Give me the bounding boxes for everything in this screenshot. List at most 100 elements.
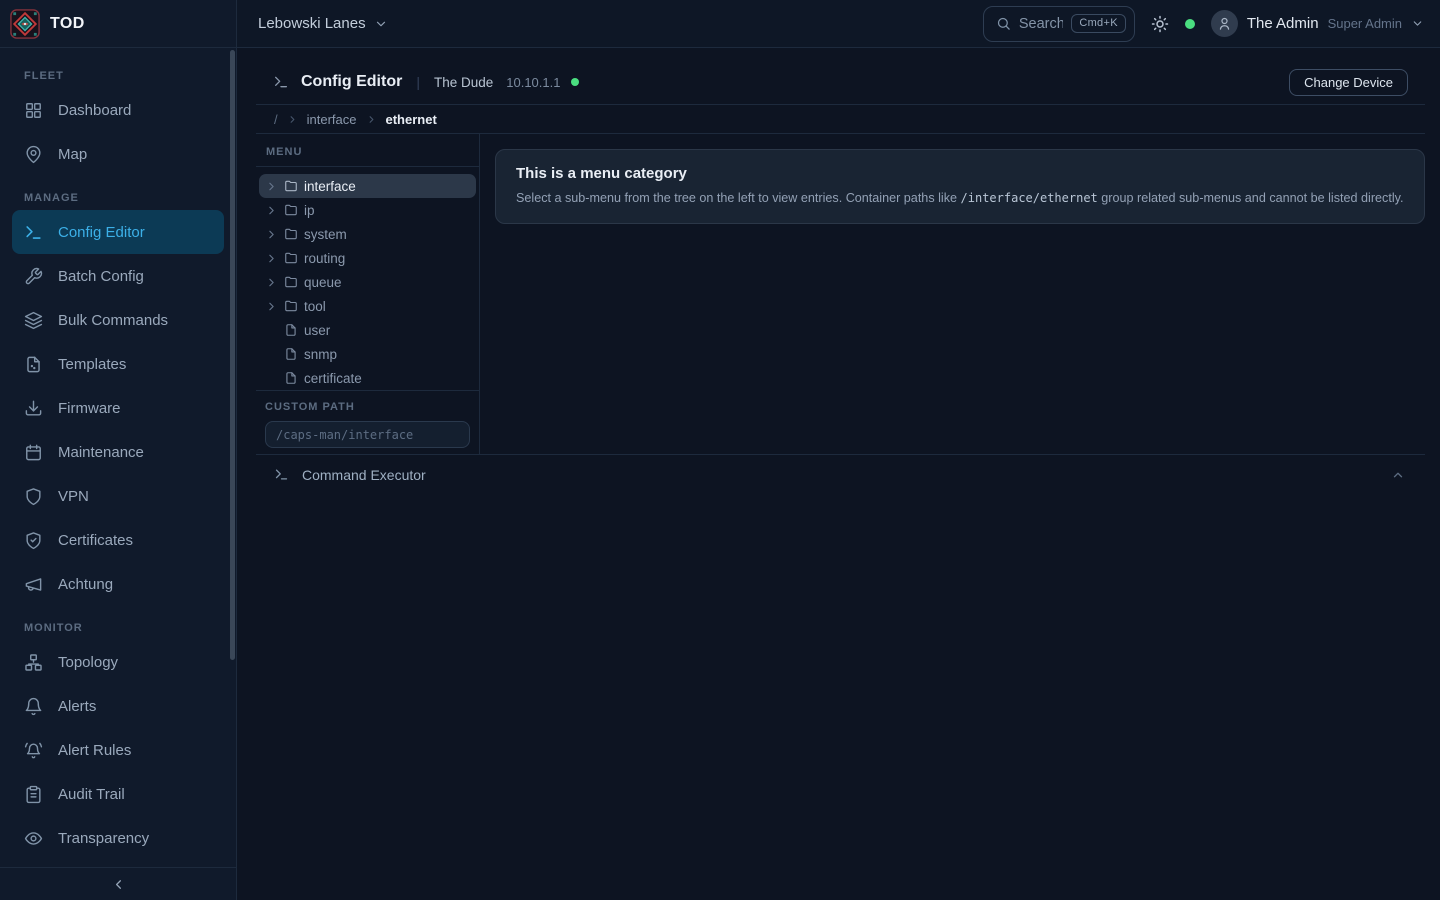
tree-item-routing[interactable]: routing bbox=[259, 246, 476, 270]
user-role: Super Admin bbox=[1328, 16, 1402, 31]
sidebar-item-batch-config[interactable]: Batch Config bbox=[12, 254, 224, 298]
tree-item-ip[interactable]: ip bbox=[259, 198, 476, 222]
sidebar-item-label: Topology bbox=[58, 654, 118, 671]
notice-title: This is a menu category bbox=[516, 165, 1404, 182]
chevron-up-icon[interactable] bbox=[1391, 468, 1405, 482]
header-actions: Cmd+K The Admin Super Admin bbox=[983, 6, 1440, 42]
search-input[interactable] bbox=[1019, 16, 1064, 32]
custom-path-input[interactable] bbox=[265, 421, 470, 448]
shield-icon bbox=[24, 487, 43, 506]
chevron-right-icon[interactable] bbox=[265, 180, 278, 193]
entry-content-area: This is a menu category Select a sub-men… bbox=[480, 134, 1440, 454]
calendar-icon bbox=[24, 443, 43, 462]
tree-item-user[interactable]: user bbox=[259, 318, 476, 342]
chevron-right-icon[interactable] bbox=[265, 252, 278, 265]
command-executor-toggle[interactable]: Command Executor bbox=[256, 455, 1425, 494]
org-selector[interactable]: Lebowski Lanes bbox=[258, 15, 388, 32]
page-header: Config Editor | The Dude 10.10.1.1 Chang… bbox=[256, 60, 1425, 105]
tree-item-snmp[interactable]: snmp bbox=[259, 342, 476, 366]
tree-item-queue[interactable]: queue bbox=[259, 270, 476, 294]
tree-item-label: interface bbox=[304, 179, 356, 194]
clipboard-icon bbox=[24, 785, 43, 804]
sidebar-item-alerts[interactable]: Alerts bbox=[12, 684, 224, 728]
notice-body-text: Select a sub-menu from the tree on the l… bbox=[516, 191, 961, 205]
tree-item-label: system bbox=[304, 227, 347, 242]
custom-path-section: CUSTOM PATH bbox=[256, 390, 479, 460]
sidebar-item-topology[interactable]: Topology bbox=[12, 640, 224, 684]
breadcrumb-item-interface[interactable]: interface bbox=[307, 112, 357, 127]
sidebar-item-templates[interactable]: Templates bbox=[12, 342, 224, 386]
sidebar-item-label: Bulk Commands bbox=[58, 312, 168, 329]
tree-item-interface[interactable]: interface bbox=[259, 174, 476, 198]
theme-toggle-sun-icon[interactable] bbox=[1151, 15, 1169, 33]
sidebar-item-firmware[interactable]: Firmware bbox=[12, 386, 224, 430]
sidebar-item-achtung[interactable]: Achtung bbox=[12, 562, 224, 606]
command-executor-label: Command Executor bbox=[302, 467, 426, 483]
sidebar-item-vpn[interactable]: VPN bbox=[12, 474, 224, 518]
sidebar-item-label: VPN bbox=[58, 488, 89, 505]
chevron-right-icon[interactable] bbox=[265, 276, 278, 289]
eye-icon bbox=[24, 829, 43, 848]
device-name: The Dude bbox=[434, 75, 493, 90]
tree-item-label: queue bbox=[304, 275, 342, 290]
sidebar-item-label: Alerts bbox=[58, 698, 96, 715]
menu-category-notice: This is a menu category Select a sub-men… bbox=[495, 149, 1425, 224]
tree-item-tool[interactable]: tool bbox=[259, 294, 476, 318]
chevron-right-icon[interactable] bbox=[265, 300, 278, 313]
tree-item-label: routing bbox=[304, 251, 345, 266]
sidebar-item-label: Config Editor bbox=[58, 224, 145, 241]
chevron-down-icon bbox=[374, 17, 388, 31]
tree-item-system[interactable]: system bbox=[259, 222, 476, 246]
sidebar-item-transparency[interactable]: Transparency bbox=[12, 816, 224, 860]
editor-body: MENU interface bbox=[256, 134, 1425, 455]
user-menu[interactable]: The Admin Super Admin bbox=[1211, 10, 1424, 37]
section-label-monitor: MONITOR bbox=[12, 606, 224, 640]
sidebar-scrollbar[interactable] bbox=[230, 50, 235, 660]
sidebar-item-label: Batch Config bbox=[58, 268, 144, 285]
sidebar-item-config-editor[interactable]: Config Editor bbox=[12, 210, 224, 254]
tree-item-label: user bbox=[304, 323, 330, 338]
layers-icon bbox=[24, 311, 43, 330]
sidebar-item-label: Firmware bbox=[58, 400, 121, 417]
sidebar-item-label: Templates bbox=[58, 356, 126, 373]
tree-item-label: snmp bbox=[304, 347, 337, 362]
chevron-right-icon[interactable] bbox=[265, 204, 278, 217]
notice-body-text: group related sub-menus and cannot be li… bbox=[1098, 191, 1404, 205]
folder-icon bbox=[284, 227, 298, 241]
bell-icon bbox=[24, 697, 43, 716]
folder-icon bbox=[284, 251, 298, 265]
file-icon bbox=[284, 323, 298, 337]
brand-name: TOD bbox=[50, 15, 85, 33]
sidebar-item-alert-rules[interactable]: Alert Rules bbox=[12, 728, 224, 772]
map-pin-icon bbox=[24, 145, 43, 164]
brand-logo-icon bbox=[10, 9, 40, 39]
search-shortcut-badge: Cmd+K bbox=[1071, 14, 1126, 33]
wrench-icon bbox=[24, 267, 43, 286]
sidebar-item-label: Dashboard bbox=[58, 102, 131, 119]
sidebar-collapse-button[interactable] bbox=[0, 867, 236, 900]
page-title: Config Editor bbox=[301, 73, 402, 91]
terminal-icon bbox=[273, 74, 289, 90]
chevron-right-icon[interactable] bbox=[265, 228, 278, 241]
sidebar-item-audit-trail[interactable]: Audit Trail bbox=[12, 772, 224, 816]
sidebar-item-map[interactable]: Map bbox=[12, 132, 224, 176]
sidebar-item-certificates[interactable]: Certificates bbox=[12, 518, 224, 562]
terminal-icon bbox=[274, 467, 289, 482]
divider: | bbox=[416, 74, 420, 90]
sidebar-item-dashboard[interactable]: Dashboard bbox=[12, 88, 224, 132]
tree-item-certificate[interactable]: certificate bbox=[259, 366, 476, 390]
file-icon bbox=[284, 371, 298, 385]
global-search[interactable]: Cmd+K bbox=[983, 6, 1135, 42]
change-device-button[interactable]: Change Device bbox=[1289, 69, 1408, 96]
download-icon bbox=[24, 399, 43, 418]
sidebar-item-label: Maintenance bbox=[58, 444, 144, 461]
brand-area: TOD bbox=[0, 0, 237, 47]
folder-icon bbox=[284, 203, 298, 217]
sidebar-item-bulk-commands[interactable]: Bulk Commands bbox=[12, 298, 224, 342]
sidebar-item-maintenance[interactable]: Maintenance bbox=[12, 430, 224, 474]
breadcrumb: / interface ethernet bbox=[256, 105, 1425, 134]
custom-path-label: CUSTOM PATH bbox=[265, 401, 470, 413]
breadcrumb-root[interactable]: / bbox=[274, 112, 278, 127]
notice-body: Select a sub-menu from the tree on the l… bbox=[516, 189, 1404, 208]
connection-status-dot bbox=[1185, 19, 1195, 29]
